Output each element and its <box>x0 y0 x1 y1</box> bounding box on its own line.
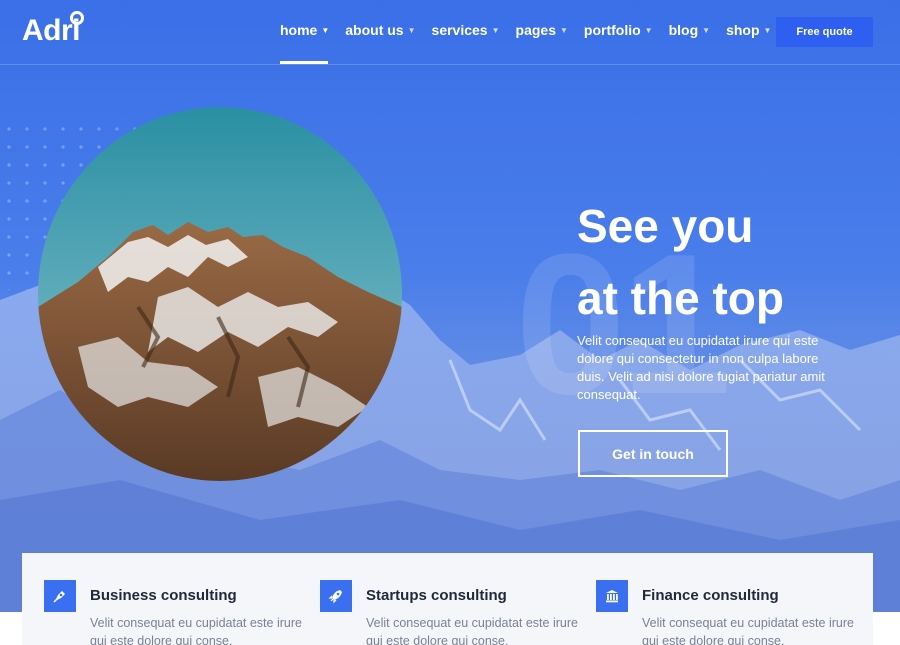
caret-down-icon: ▼ <box>321 25 330 35</box>
active-menu-indicator <box>280 61 328 64</box>
pen-nib-icon <box>44 580 76 612</box>
hero-headline-line-1: See you <box>577 200 754 252</box>
top-navigation: Adri home ▼ about us ▼ services ▼ pages … <box>0 0 900 65</box>
hero-headline-line-2: at the top <box>577 272 784 324</box>
hero-description: Velit consequat eu cupidatat irure qui e… <box>577 333 825 402</box>
service-title: Finance consulting <box>642 587 779 604</box>
caret-down-icon: ▼ <box>491 25 500 35</box>
service-description: Velit consequat eu cupidatat este irure … <box>90 616 302 645</box>
free-quote-button[interactable]: Free quote <box>776 17 873 47</box>
hero-circle-image <box>38 107 402 481</box>
menu-item-about-us[interactable]: about us ▼ <box>345 22 415 38</box>
menu-item-services[interactable]: services ▼ <box>432 22 500 38</box>
menu-item-label: blog <box>668 22 699 38</box>
service-title: Startups consulting <box>366 587 507 604</box>
menu-item-label: portfolio <box>583 22 641 38</box>
rocket-icon <box>320 580 352 612</box>
menu-item-blog[interactable]: blog ▼ <box>669 22 710 38</box>
main-menu: home ▼ about us ▼ services ▼ pages ▼ por… <box>280 22 787 38</box>
get-in-touch-button[interactable]: Get in touch <box>578 430 728 477</box>
hero-headline: See you at the top <box>577 190 784 334</box>
menu-item-label: home <box>280 22 318 38</box>
services-strip: Business consulting Velit consequat eu c… <box>22 553 873 645</box>
menu-item-label: about us <box>345 22 404 38</box>
menu-item-home[interactable]: home ▼ <box>280 22 329 38</box>
menu-item-shop[interactable]: shop ▼ <box>726 22 771 38</box>
caret-down-icon: ▼ <box>407 25 416 35</box>
service-description: Velit consequat eu cupidatat este irure … <box>366 616 578 645</box>
service-description: Velit consequat eu cupidatat este irure … <box>642 616 854 645</box>
caret-down-icon: ▼ <box>559 25 568 35</box>
menu-item-label: services <box>431 22 488 38</box>
caret-down-icon: ▼ <box>763 25 772 35</box>
bank-icon <box>596 580 628 612</box>
caret-down-icon: ▼ <box>644 25 653 35</box>
menu-item-portfolio[interactable]: portfolio ▼ <box>584 22 653 38</box>
logo-mark-icon <box>70 11 84 25</box>
caret-down-icon: ▼ <box>702 25 711 35</box>
menu-item-label: pages <box>515 22 556 38</box>
menu-item-pages[interactable]: pages ▼ <box>516 22 568 38</box>
service-title: Business consulting <box>90 587 237 604</box>
menu-item-label: shop <box>726 22 760 38</box>
